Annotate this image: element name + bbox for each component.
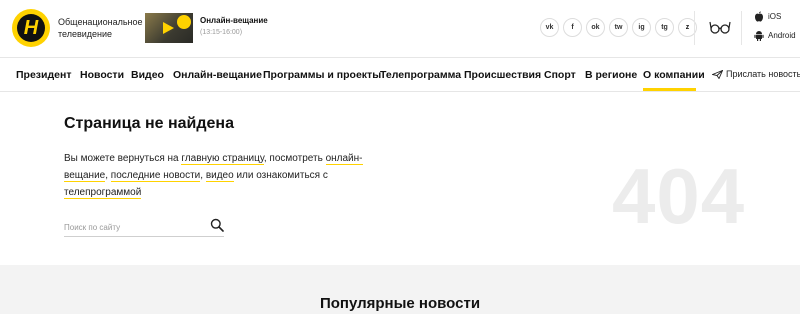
low-vision-glasses-icon[interactable] — [709, 20, 731, 34]
live-stream-time: (13:15-16:00) — [200, 29, 243, 36]
ios-label: iOS — [768, 12, 782, 21]
search-icon[interactable] — [210, 218, 224, 232]
error-code: 404 — [612, 152, 746, 240]
twitter-icon[interactable]: tw — [609, 18, 628, 37]
divider — [741, 11, 742, 45]
nav-item-tv-guide[interactable]: Телепрограмма — [380, 69, 461, 81]
message-text: Вы можете вернуться на — [64, 153, 182, 164]
page-title: Страница не найдена — [64, 115, 234, 132]
nav-item-video[interactable]: Видео — [131, 69, 164, 81]
live-stream-thumbnail[interactable] — [145, 13, 193, 43]
send-icon — [712, 69, 723, 79]
search-input[interactable] — [64, 220, 204, 232]
ont-logo[interactable]: Н — [12, 9, 50, 47]
nav-item-programs[interactable]: Программы и проекты — [263, 69, 381, 81]
brand-line-1: Общенациональное — [58, 17, 143, 27]
nav-item-news[interactable]: Новости — [80, 69, 124, 81]
nav-item-live[interactable]: Онлайн-вещание — [173, 69, 262, 81]
facebook-icon[interactable]: f — [563, 18, 582, 37]
play-icon — [163, 22, 174, 34]
instagram-icon[interactable]: ig — [632, 18, 651, 37]
android-app-link[interactable]: Android — [754, 30, 796, 41]
nav-item-sport[interactable]: Спорт — [544, 69, 576, 81]
odnoklassniki-icon[interactable]: ok — [586, 18, 605, 37]
site-search — [64, 217, 224, 237]
mini-logo-icon — [177, 15, 191, 29]
top-bar: Н Общенациональное телевидение Онлайн-ве… — [0, 0, 800, 58]
popular-news-title: Популярные новости — [319, 295, 481, 312]
home-link[interactable]: главную страницу — [181, 153, 264, 165]
nav-item-incidents[interactable]: Происшествия — [464, 69, 541, 81]
logo-letter: Н — [23, 17, 39, 39]
brand-name[interactable]: Общенациональное телевидение — [58, 16, 143, 40]
tv-guide-link[interactable]: телепрограммой — [64, 187, 142, 199]
video-link[interactable]: видео — [205, 170, 234, 182]
social-links: vk f ok tw ig tg z — [540, 18, 697, 38]
apple-icon — [755, 11, 763, 22]
message-text: , посмотреть — [263, 153, 326, 164]
nav-item-region[interactable]: В регионе — [585, 69, 637, 81]
send-news-link[interactable]: Прислать новость — [712, 69, 800, 79]
live-stream-title[interactable]: Онлайн-вещание — [200, 16, 268, 25]
vk-icon[interactable]: vk — [540, 18, 559, 37]
android-icon — [754, 31, 764, 41]
not-found-message: Вы можете вернуться на главную страницу,… — [64, 150, 384, 201]
brand-line-2: телевидение — [58, 29, 113, 39]
nav-active-indicator — [643, 88, 696, 91]
message-text: или ознакомиться с — [233, 170, 328, 181]
nav-item-about[interactable]: О компании — [643, 69, 705, 81]
message-text: , — [105, 170, 111, 181]
latest-news-link[interactable]: последние новости — [110, 170, 201, 182]
telegram-icon[interactable]: tg — [655, 18, 674, 37]
nav-item-president[interactable]: Президент — [16, 69, 71, 81]
android-label: Android — [768, 31, 796, 40]
divider — [694, 11, 695, 45]
ios-app-link[interactable]: iOS — [754, 11, 781, 22]
send-news-label: Прислать новость — [726, 69, 800, 79]
message-text: , — [200, 170, 206, 181]
